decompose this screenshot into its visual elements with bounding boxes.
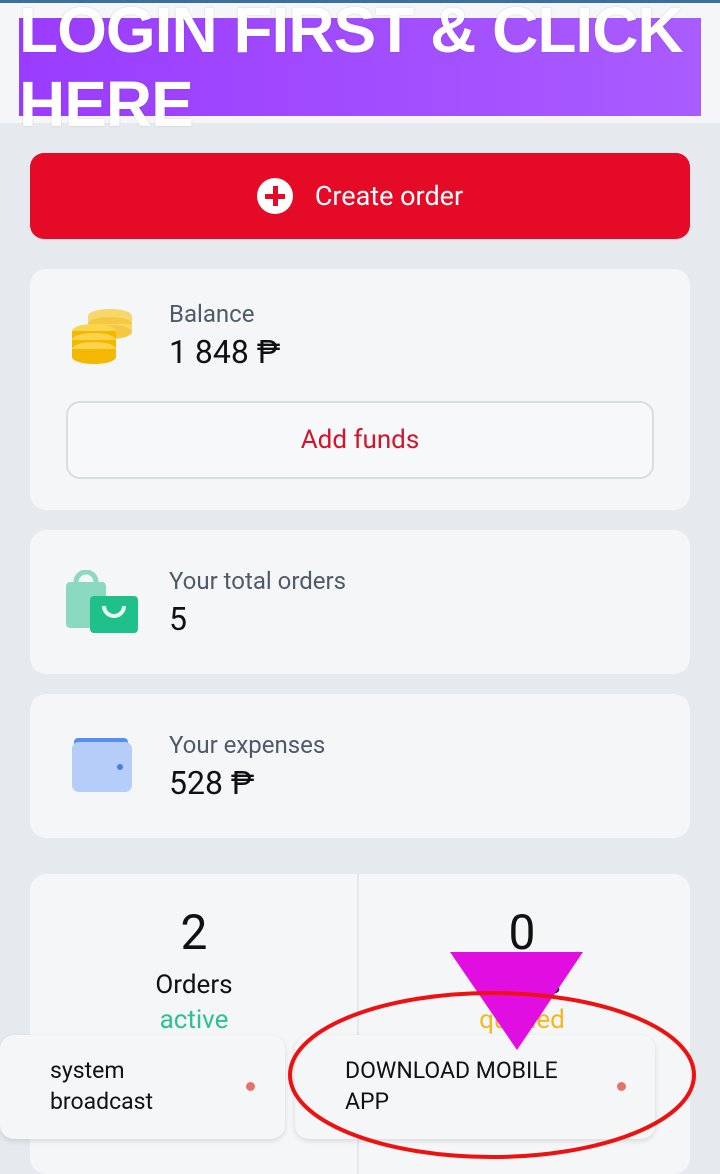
unread-dot xyxy=(246,1082,255,1091)
balance-value: 1 848 ₱ xyxy=(169,333,281,371)
download-app-toast[interactable]: DOWNLOAD MOBILE APP xyxy=(295,1035,655,1139)
active-status-label: active xyxy=(159,1005,229,1035)
total-orders-value: 5 xyxy=(169,600,187,638)
coins-icon xyxy=(72,309,132,364)
create-order-button[interactable]: Create order xyxy=(30,153,690,239)
expenses-value: 528 ₱ xyxy=(169,764,255,802)
expenses-card: Your expenses 528 ₱ xyxy=(30,694,690,838)
system-broadcast-toast[interactable]: system broadcast xyxy=(0,1035,285,1139)
download-app-text: DOWNLOAD MOBILE APP xyxy=(345,1057,558,1115)
create-order-label: Create order xyxy=(314,180,464,212)
queued-orders-count: 0 xyxy=(508,904,536,961)
add-funds-button[interactable]: Add funds xyxy=(66,401,654,479)
total-orders-card: Your total orders 5 xyxy=(30,530,690,674)
balance-card: Balance 1 848 ₱ Add funds xyxy=(30,269,690,510)
queued-orders-label: Orders xyxy=(483,970,561,1000)
plus-circle-icon xyxy=(256,178,293,214)
active-orders-label: Orders xyxy=(155,970,233,1000)
banner-text: LOGIN FIRST & CLICK HERE xyxy=(19,0,684,140)
add-funds-label: Add funds xyxy=(300,425,420,455)
login-banner[interactable]: LOGIN FIRST & CLICK HERE xyxy=(19,0,701,140)
shopping-bag-icon xyxy=(66,570,138,633)
balance-label: Balance xyxy=(169,300,255,328)
unread-dot xyxy=(617,1082,626,1091)
wallet-icon xyxy=(72,738,132,792)
system-broadcast-text: system broadcast xyxy=(50,1057,154,1115)
total-orders-label: Your total orders xyxy=(169,567,347,595)
active-orders-count: 2 xyxy=(180,904,208,961)
expenses-label: Your expenses xyxy=(169,731,326,759)
queued-status-label: queued xyxy=(479,1005,565,1035)
